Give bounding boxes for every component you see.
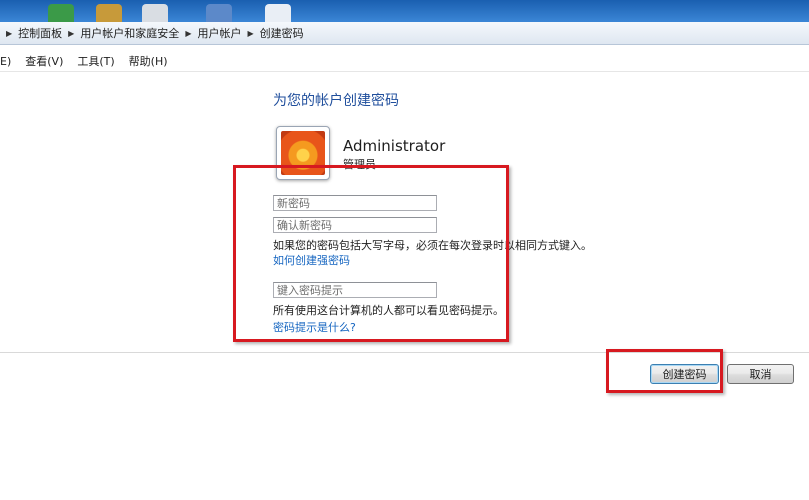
- breadcrumb-user-accounts[interactable]: 用户帐户: [197, 25, 241, 41]
- desktop-strip: [0, 0, 809, 22]
- highlight-box-button: [606, 349, 723, 393]
- breadcrumb-control-panel[interactable]: 控制面板: [18, 25, 62, 41]
- menu-view[interactable]: 查看(V): [25, 53, 63, 69]
- desktop-icon: [96, 4, 122, 22]
- page-title: 为您的帐户创建密码: [273, 93, 399, 109]
- chevron-right-icon[interactable]: ▶: [185, 29, 191, 38]
- desktop-icon: [206, 4, 232, 22]
- chevron-right-icon[interactable]: ▶: [68, 29, 74, 38]
- breadcrumb-user-accounts-family[interactable]: 用户帐户和家庭安全: [80, 25, 179, 41]
- menu-tools[interactable]: 工具(T): [77, 53, 114, 69]
- breadcrumb: ▶ 控制面板 ▶ 用户帐户和家庭安全 ▶ 用户帐户 ▶ 创建密码: [0, 22, 809, 45]
- desktop-icon: [142, 4, 168, 22]
- highlight-box-form: [233, 165, 509, 342]
- desktop-icon: [265, 4, 291, 22]
- chevron-right-icon[interactable]: ▶: [247, 29, 253, 38]
- desktop-icon: [48, 4, 74, 22]
- user-name: Administrator: [343, 137, 446, 155]
- menu-edit[interactable]: E): [0, 55, 11, 68]
- cancel-button[interactable]: 取消: [727, 364, 794, 384]
- menu-bar: E) 查看(V) 工具(T) 帮助(H): [0, 51, 809, 72]
- chevron-right-icon[interactable]: ▶: [6, 29, 12, 38]
- menu-help[interactable]: 帮助(H): [129, 53, 168, 69]
- breadcrumb-create-password[interactable]: 创建密码: [260, 25, 304, 41]
